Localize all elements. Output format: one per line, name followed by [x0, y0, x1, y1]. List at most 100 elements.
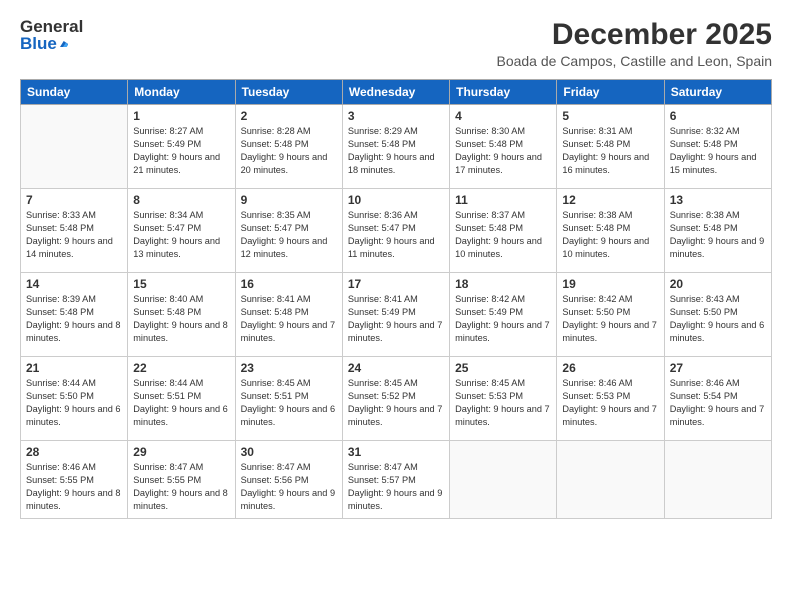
- day-info: Sunrise: 8:45 AMSunset: 5:53 PMDaylight:…: [455, 377, 551, 429]
- calendar-cell: 9 Sunrise: 8:35 AMSunset: 5:47 PMDaylight…: [235, 189, 342, 273]
- day-info: Sunrise: 8:45 AMSunset: 5:52 PMDaylight:…: [348, 377, 444, 429]
- calendar-cell: 20 Sunrise: 8:43 AMSunset: 5:50 PMDayligh…: [664, 273, 771, 357]
- day-number: 4: [455, 109, 551, 123]
- day-info: Sunrise: 8:41 AMSunset: 5:49 PMDaylight:…: [348, 293, 444, 345]
- calendar-cell: 23 Sunrise: 8:45 AMSunset: 5:51 PMDayligh…: [235, 357, 342, 441]
- day-info: Sunrise: 8:30 AMSunset: 5:48 PMDaylight:…: [455, 125, 551, 177]
- day-info: Sunrise: 8:37 AMSunset: 5:48 PMDaylight:…: [455, 209, 551, 261]
- day-info: Sunrise: 8:40 AMSunset: 5:48 PMDaylight:…: [133, 293, 229, 345]
- calendar-cell: 2Sunrise: 8:28 AMSunset: 5:48 PMDaylight…: [235, 105, 342, 189]
- calendar-cell: 25 Sunrise: 8:45 AMSunset: 5:53 PMDayligh…: [450, 357, 557, 441]
- day-number: 22: [133, 361, 229, 375]
- day-number: 21: [26, 361, 122, 375]
- day-info: Sunrise: 8:27 AMSunset: 5:49 PMDaylight:…: [133, 125, 229, 177]
- day-info: Sunrise: 8:42 AMSunset: 5:49 PMDaylight:…: [455, 293, 551, 345]
- calendar-cell: 19 Sunrise: 8:42 AMSunset: 5:50 PMDayligh…: [557, 273, 664, 357]
- week-row-3: 14 Sunrise: 8:39 AMSunset: 5:48 PMDayligh…: [21, 273, 772, 357]
- day-number: 14: [26, 277, 122, 291]
- calendar-cell: [664, 441, 771, 519]
- week-row-1: 1 Sunrise: 8:27 AMSunset: 5:49 PMDaylight…: [21, 105, 772, 189]
- calendar-cell: 26Sunrise: 8:46 AMSunset: 5:53 PMDayligh…: [557, 357, 664, 441]
- calendar-cell: 15 Sunrise: 8:40 AMSunset: 5:48 PMDayligh…: [128, 273, 235, 357]
- calendar-cell: 18 Sunrise: 8:42 AMSunset: 5:49 PMDayligh…: [450, 273, 557, 357]
- day-number: 3: [348, 109, 444, 123]
- day-number: 13: [670, 193, 766, 207]
- logo-icon: [60, 36, 68, 52]
- day-number: 2: [241, 109, 337, 123]
- day-number: 1: [133, 109, 229, 123]
- weekday-header-friday: Friday: [557, 80, 664, 105]
- day-info: Sunrise: 8:46 AMSunset: 5:53 PMDaylight:…: [562, 377, 658, 429]
- day-number: 31: [348, 445, 444, 459]
- day-info: Sunrise: 8:45 AMSunset: 5:51 PMDaylight:…: [241, 377, 337, 429]
- day-info: Sunrise: 8:44 AMSunset: 5:51 PMDaylight:…: [133, 377, 229, 429]
- day-number: 23: [241, 361, 337, 375]
- day-info: Sunrise: 8:32 AMSunset: 5:48 PMDaylight:…: [670, 125, 766, 177]
- calendar-cell: 29Sunrise: 8:47 AMSunset: 5:55 PMDayligh…: [128, 441, 235, 519]
- day-number: 5: [562, 109, 658, 123]
- day-info: Sunrise: 8:41 AMSunset: 5:48 PMDaylight:…: [241, 293, 337, 345]
- day-info: Sunrise: 8:42 AMSunset: 5:50 PMDaylight:…: [562, 293, 658, 345]
- day-number: 15: [133, 277, 229, 291]
- day-number: 19: [562, 277, 658, 291]
- day-number: 24: [348, 361, 444, 375]
- calendar-cell: 24 Sunrise: 8:45 AMSunset: 5:52 PMDayligh…: [342, 357, 449, 441]
- day-info: Sunrise: 8:36 AMSunset: 5:47 PMDaylight:…: [348, 209, 444, 261]
- calendar-cell: 16Sunrise: 8:41 AMSunset: 5:48 PMDayligh…: [235, 273, 342, 357]
- calendar-cell: 1 Sunrise: 8:27 AMSunset: 5:49 PMDaylight…: [128, 105, 235, 189]
- day-info: Sunrise: 8:39 AMSunset: 5:48 PMDaylight:…: [26, 293, 122, 345]
- day-info: Sunrise: 8:35 AMSunset: 5:47 PMDaylight:…: [241, 209, 337, 261]
- day-number: 18: [455, 277, 551, 291]
- weekday-header-row: SundayMondayTuesdayWednesdayThursdayFrid…: [21, 80, 772, 105]
- calendar-cell: 17 Sunrise: 8:41 AMSunset: 5:49 PMDayligh…: [342, 273, 449, 357]
- title-block: December 2025 Boada de Campos, Castille …: [496, 18, 772, 69]
- day-number: 27: [670, 361, 766, 375]
- calendar-cell: [557, 441, 664, 519]
- calendar-cell: 13 Sunrise: 8:38 AMSunset: 5:48 PMDayligh…: [664, 189, 771, 273]
- week-row-2: 7 Sunrise: 8:33 AMSunset: 5:48 PMDaylight…: [21, 189, 772, 273]
- day-number: 7: [26, 193, 122, 207]
- day-number: 29: [133, 445, 229, 459]
- day-number: 20: [670, 277, 766, 291]
- day-number: 6: [670, 109, 766, 123]
- day-info: Sunrise: 8:47 AMSunset: 5:57 PMDaylight:…: [348, 461, 444, 513]
- calendar-cell: 11 Sunrise: 8:37 AMSunset: 5:48 PMDayligh…: [450, 189, 557, 273]
- page: General Blue December 2025 Boada de Camp…: [0, 0, 792, 612]
- weekday-header-thursday: Thursday: [450, 80, 557, 105]
- calendar-cell: 28Sunrise: 8:46 AMSunset: 5:55 PMDayligh…: [21, 441, 128, 519]
- calendar-cell: 3 Sunrise: 8:29 AMSunset: 5:48 PMDaylight…: [342, 105, 449, 189]
- day-info: Sunrise: 8:33 AMSunset: 5:48 PMDaylight:…: [26, 209, 122, 261]
- day-number: 12: [562, 193, 658, 207]
- weekday-header-sunday: Sunday: [21, 80, 128, 105]
- logo: General Blue: [20, 18, 68, 56]
- day-info: Sunrise: 8:44 AMSunset: 5:50 PMDaylight:…: [26, 377, 122, 429]
- calendar-cell: 30Sunrise: 8:47 AMSunset: 5:56 PMDayligh…: [235, 441, 342, 519]
- day-info: Sunrise: 8:38 AMSunset: 5:48 PMDaylight:…: [562, 209, 658, 261]
- day-info: Sunrise: 8:34 AMSunset: 5:47 PMDaylight:…: [133, 209, 229, 261]
- calendar-table: SundayMondayTuesdayWednesdayThursdayFrid…: [20, 79, 772, 519]
- location-title: Boada de Campos, Castille and Leon, Spai…: [496, 53, 772, 69]
- day-info: Sunrise: 8:46 AMSunset: 5:54 PMDaylight:…: [670, 377, 766, 429]
- day-number: 8: [133, 193, 229, 207]
- weekday-header-monday: Monday: [128, 80, 235, 105]
- calendar-cell: 27 Sunrise: 8:46 AMSunset: 5:54 PMDayligh…: [664, 357, 771, 441]
- day-number: 17: [348, 277, 444, 291]
- day-info: Sunrise: 8:46 AMSunset: 5:55 PMDaylight:…: [26, 461, 122, 513]
- day-info: Sunrise: 8:43 AMSunset: 5:50 PMDaylight:…: [670, 293, 766, 345]
- day-number: 30: [241, 445, 337, 459]
- week-row-5: 28Sunrise: 8:46 AMSunset: 5:55 PMDayligh…: [21, 441, 772, 519]
- month-title: December 2025: [496, 18, 772, 51]
- day-number: 9: [241, 193, 337, 207]
- day-info: Sunrise: 8:38 AMSunset: 5:48 PMDaylight:…: [670, 209, 766, 261]
- weekday-header-tuesday: Tuesday: [235, 80, 342, 105]
- calendar-cell: 6 Sunrise: 8:32 AMSunset: 5:48 PMDaylight…: [664, 105, 771, 189]
- day-number: 11: [455, 193, 551, 207]
- weekday-header-wednesday: Wednesday: [342, 80, 449, 105]
- calendar-cell: 22 Sunrise: 8:44 AMSunset: 5:51 PMDayligh…: [128, 357, 235, 441]
- calendar-cell: 21 Sunrise: 8:44 AMSunset: 5:50 PMDayligh…: [21, 357, 128, 441]
- day-info: Sunrise: 8:29 AMSunset: 5:48 PMDaylight:…: [348, 125, 444, 177]
- day-info: Sunrise: 8:31 AMSunset: 5:48 PMDaylight:…: [562, 125, 658, 177]
- day-number: 25: [455, 361, 551, 375]
- calendar-cell: 10Sunrise: 8:36 AMSunset: 5:47 PMDayligh…: [342, 189, 449, 273]
- calendar-cell: 5 Sunrise: 8:31 AMSunset: 5:48 PMDaylight…: [557, 105, 664, 189]
